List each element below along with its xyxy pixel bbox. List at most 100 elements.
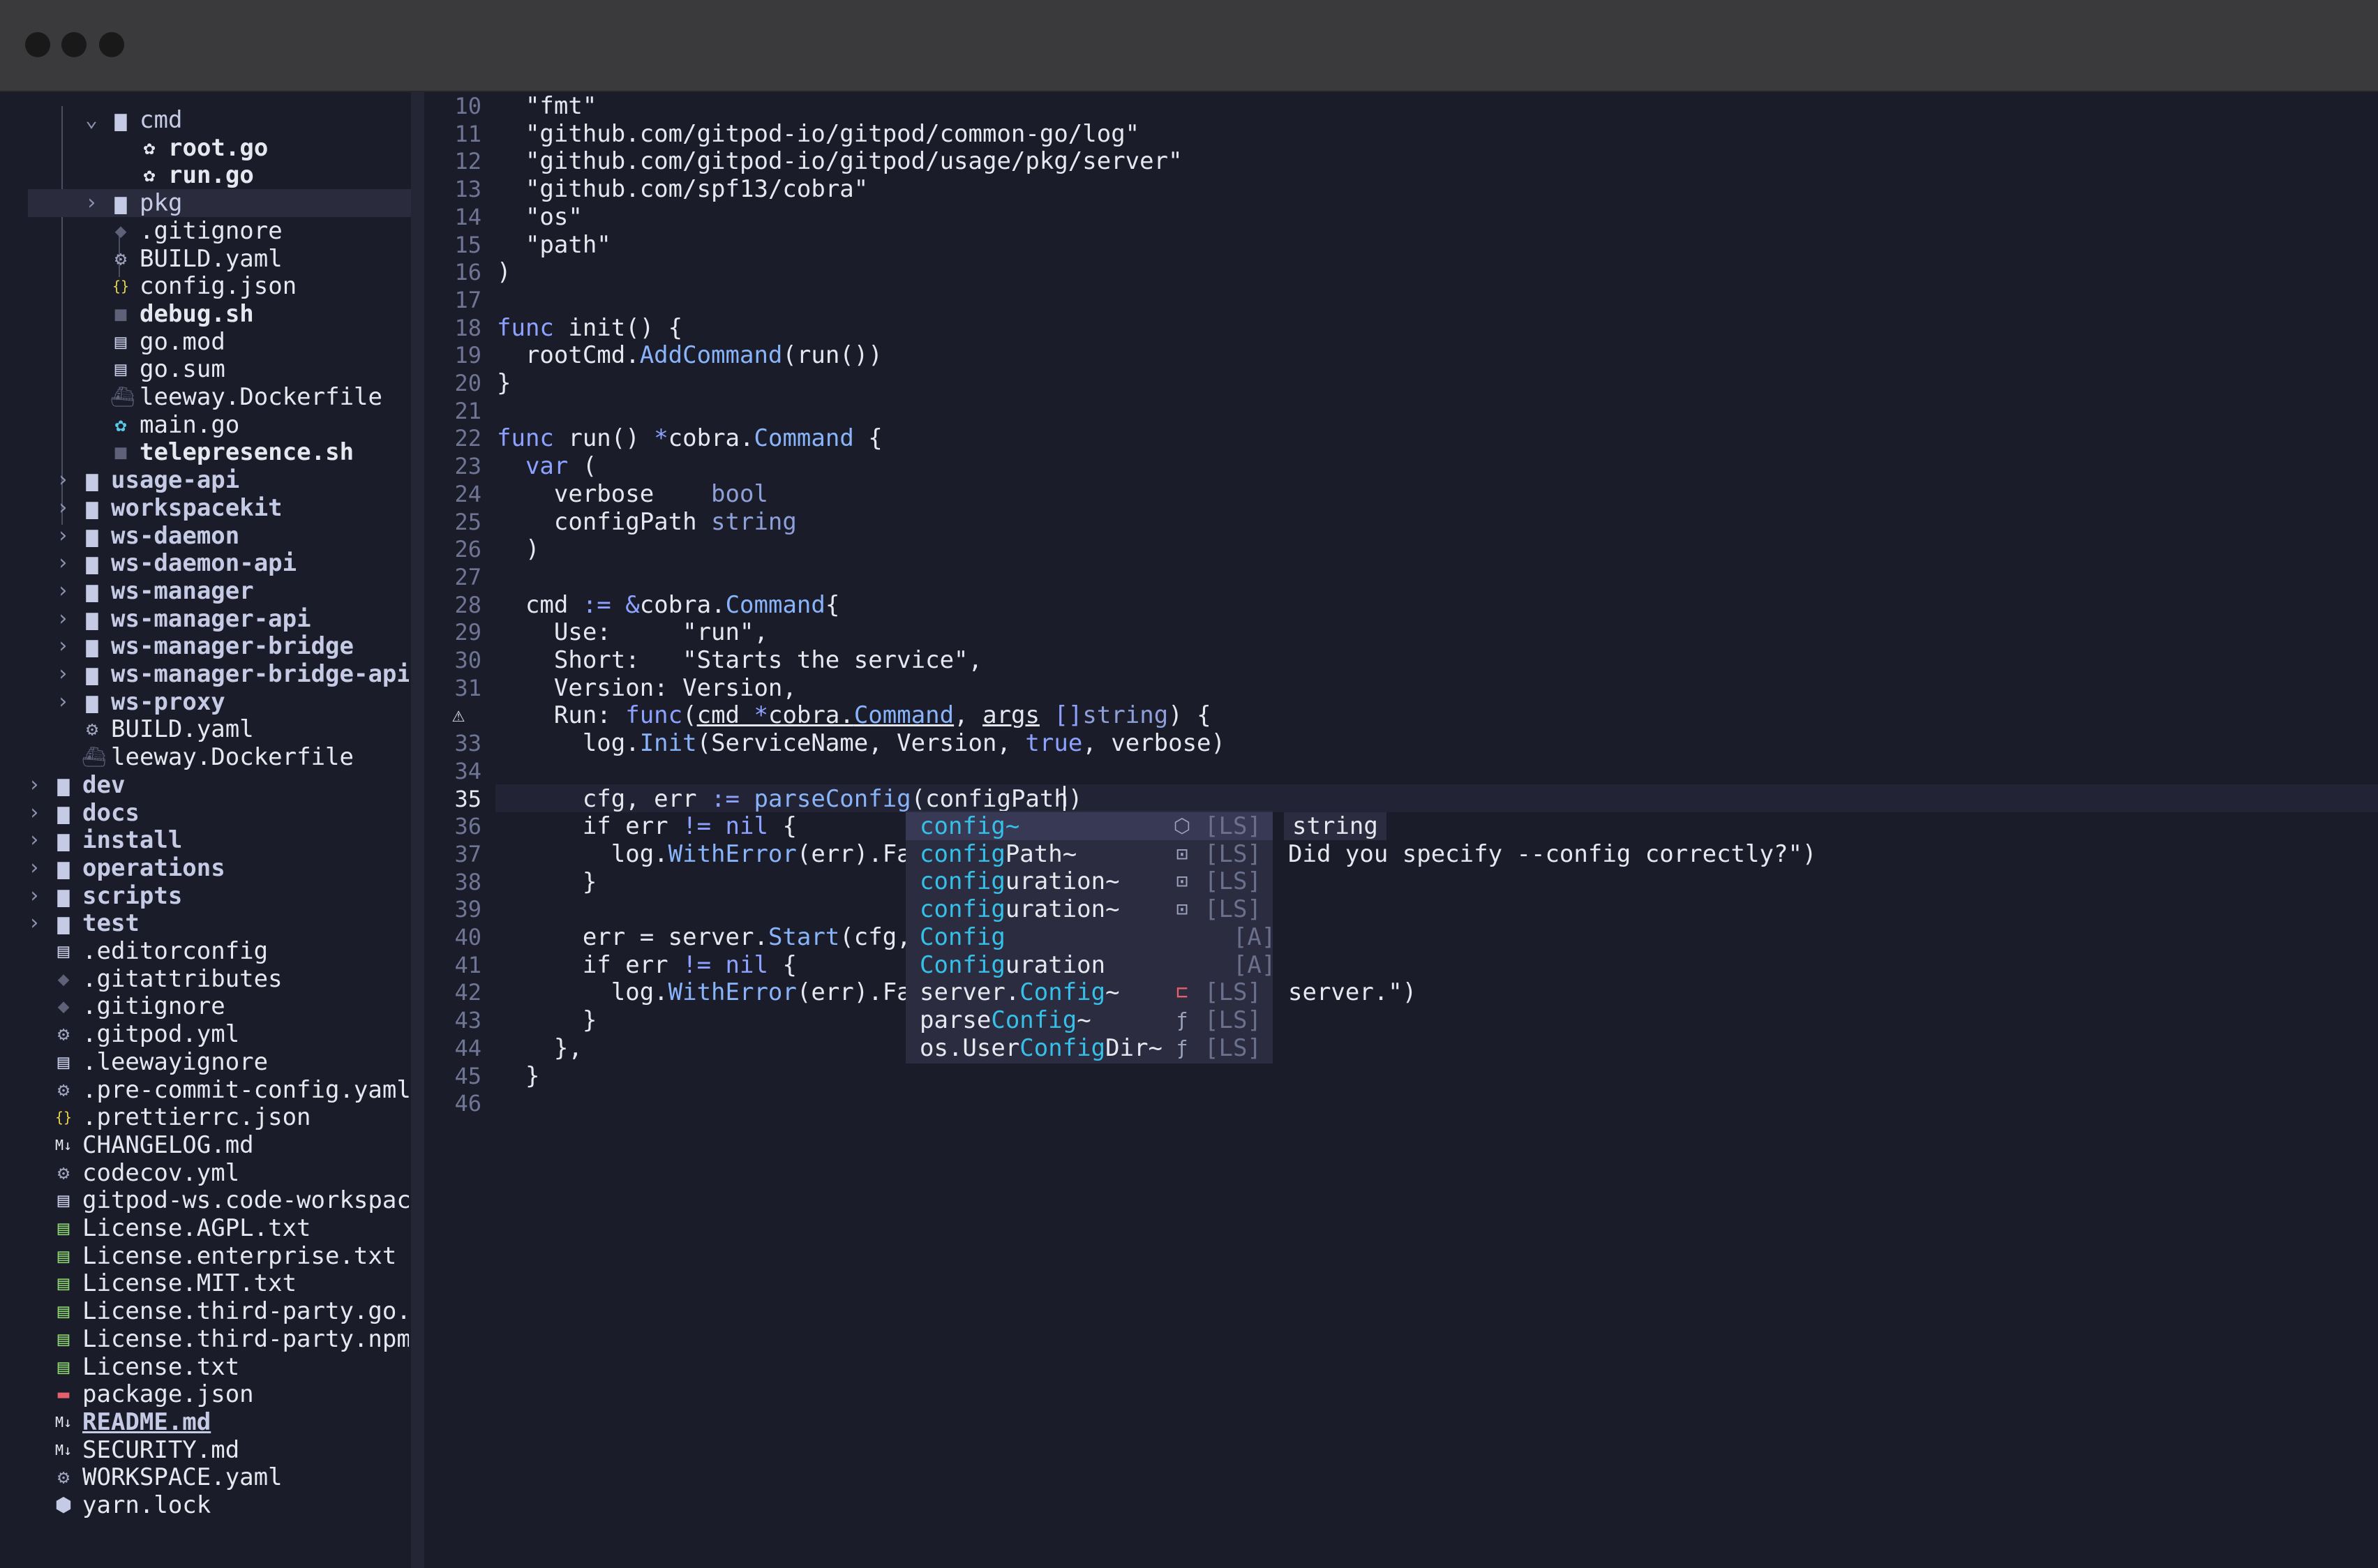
completion-item[interactable]: server.Config~ ⊏ [LS]	[906, 978, 1273, 1006]
code-line[interactable]: }	[497, 1006, 597, 1034]
chevron-right-icon[interactable]: ›	[24, 854, 45, 882]
chevron-down-icon[interactable]: ⌄	[81, 106, 102, 134]
chevron-right-icon[interactable]: ›	[52, 688, 73, 716]
tree-item[interactable]: › ▆ docs	[0, 799, 409, 827]
tree-item[interactable]: ▤ License.third-party.npm	[0, 1325, 409, 1353]
zoom-window-button[interactable]	[99, 32, 124, 57]
code-line[interactable]: func init() {	[497, 314, 682, 342]
tree-item[interactable]: ⚙ .pre-commit-config.yaml	[0, 1076, 409, 1104]
code-line[interactable]: )	[497, 258, 511, 286]
completion-item[interactable]: parseConfig~ ƒ [LS]	[906, 1006, 1273, 1034]
code-line[interactable]: }	[497, 868, 597, 896]
tree-item[interactable]: ■ debug.sh	[0, 300, 409, 328]
code-line[interactable]: if err != nil {	[497, 812, 797, 840]
chevron-right-icon[interactable]: ›	[24, 909, 45, 937]
code-line[interactable]: verbose bool	[497, 480, 768, 508]
tree-item[interactable]: ✿ root.go	[0, 134, 409, 162]
tree-item[interactable]: › ▆ scripts	[0, 882, 409, 910]
tree-item[interactable]: {} config.json	[0, 272, 409, 300]
chevron-right-icon[interactable]: ›	[24, 799, 45, 827]
tree-item[interactable]: › ▆ test	[0, 909, 409, 937]
chevron-right-icon[interactable]: ›	[52, 632, 73, 660]
chevron-right-icon[interactable]: ›	[81, 189, 102, 217]
code-line[interactable]: cmd := &cobra.Command{	[497, 591, 839, 619]
tree-item[interactable]: {} .prettierrc.json	[0, 1103, 409, 1131]
tree-item[interactable]: ▤ License.enterprise.txt	[0, 1242, 409, 1270]
tree-item[interactable]: ⚙ BUILD.yaml	[0, 245, 409, 273]
tree-item[interactable]: ▤ License.MIT.txt	[0, 1269, 409, 1297]
file-tree-scrollbar[interactable]	[411, 92, 424, 1568]
tree-item[interactable]: › ▆ ws-manager	[0, 577, 409, 605]
code-line[interactable]: log.WithError(err).Fa	[497, 978, 911, 1006]
completion-item[interactable]: os.UserConfigDir~ ƒ [LS]	[906, 1034, 1273, 1062]
chevron-right-icon[interactable]: ›	[52, 494, 73, 522]
code-line[interactable]: cfg, err := parseConfig(configPath)	[497, 785, 1082, 813]
tree-item[interactable]: ▤ .editorconfig	[0, 937, 409, 965]
tree-item[interactable]: › ▆ install	[0, 826, 409, 854]
tree-item[interactable]: › ▆ usage-api	[0, 466, 409, 494]
completion-item[interactable]: Configuration [A]	[906, 951, 1276, 979]
tree-item[interactable]: › ▆ dev	[0, 771, 409, 799]
warning-icon[interactable]: ⚠	[452, 703, 465, 727]
chevron-right-icon[interactable]: ›	[52, 522, 73, 550]
code-line[interactable]: log.Init(ServiceName, Version, true, ver…	[497, 729, 1225, 757]
chevron-right-icon[interactable]: ›	[52, 660, 73, 688]
tree-item[interactable]: ▬ package.json	[0, 1380, 409, 1408]
completion-item[interactable]: configuration~ ⊡ [LS]	[906, 895, 1273, 923]
code-line[interactable]: }	[497, 369, 511, 397]
tree-item[interactable]: ⚙ .gitpod.yml	[0, 1020, 409, 1048]
completion-item[interactable]: Config [A]	[906, 923, 1276, 951]
tree-item[interactable]: ✿ run.go	[0, 161, 409, 189]
tree-item[interactable]: ⚙ WORKSPACE.yaml	[0, 1463, 409, 1491]
code-line[interactable]: log.WithError(err).Fa	[497, 840, 911, 868]
completion-item[interactable]: config~ ⬡ [LS]	[906, 812, 1273, 840]
code-line[interactable]: "path"	[497, 231, 611, 259]
tree-item[interactable]: ⛴ leeway.Dockerfile	[0, 383, 409, 411]
tree-item[interactable]: ▤ gitpod-ws.code-workspac	[0, 1186, 409, 1214]
completion-item[interactable]: configuration~ ⊡ [LS]	[906, 867, 1273, 895]
tree-item[interactable]: M↓ CHANGELOG.md	[0, 1131, 409, 1159]
tree-item[interactable]: ▤ License.txt	[0, 1353, 409, 1381]
code-line[interactable]: }	[497, 1062, 539, 1090]
tree-item[interactable]: ▤ go.mod	[0, 328, 409, 356]
chevron-right-icon[interactable]: ›	[52, 605, 73, 633]
tree-item[interactable]: › ▆ ws-proxy	[0, 688, 409, 716]
code-line[interactable]: )	[497, 535, 539, 563]
tree-item[interactable]: › ▆ ws-manager-bridge-api	[0, 660, 409, 688]
code-line[interactable]: "github.com/spf13/cobra"	[497, 175, 868, 203]
tree-item[interactable]: › ▆ workspacekit	[0, 494, 409, 522]
tree-item[interactable]: ✿ main.go	[0, 411, 409, 439]
tree-item[interactable]: M↓ README.md	[0, 1408, 409, 1436]
tree-item[interactable]: ◆ .gitignore	[0, 992, 409, 1020]
tree-item[interactable]: ⚙ BUILD.yaml	[0, 715, 409, 743]
tree-item[interactable]: › ▆ ws-daemon-api	[0, 549, 409, 577]
code-line[interactable]: Version: Version,	[497, 674, 797, 702]
chevron-right-icon[interactable]: ›	[24, 882, 45, 910]
code-line[interactable]: var (	[497, 452, 597, 480]
chevron-right-icon[interactable]: ›	[24, 771, 45, 799]
code-line[interactable]: "github.com/gitpod-io/gitpod/common-go/l…	[497, 120, 1139, 148]
code-line[interactable]: Short: "Starts the service",	[497, 646, 982, 674]
code-line[interactable]: if err != nil {	[497, 951, 797, 979]
tree-item[interactable]: ⬢ yarn.lock	[0, 1491, 409, 1519]
tree-item[interactable]: › ▆ pkg	[28, 189, 424, 218]
tree-item[interactable]: ▤ License.AGPL.txt	[0, 1214, 409, 1242]
code-line[interactable]: err = server.Start(cfg,	[497, 923, 911, 951]
code-line[interactable]: Run: func(cmd *cobra.Command, args []str…	[497, 701, 1211, 729]
code-line[interactable]: "os"	[497, 203, 583, 231]
chevron-right-icon[interactable]: ›	[52, 466, 73, 494]
completion-item[interactable]: configPath~ ⊡ [LS]	[906, 840, 1273, 868]
tree-item[interactable]: ⌄ ▆ cmd	[0, 106, 409, 134]
tree-item[interactable]: › ▆ ws-manager-api	[0, 605, 409, 633]
tree-item[interactable]: M↓ SECURITY.md	[0, 1436, 409, 1464]
chevron-right-icon[interactable]: ›	[52, 549, 73, 577]
code-line[interactable]: Use: "run",	[497, 618, 768, 646]
tree-item[interactable]: ◆ .gitignore	[0, 217, 409, 245]
tree-item[interactable]: › ▆ ws-daemon	[0, 522, 409, 550]
code-line[interactable]: rootCmd.AddCommand(run())	[497, 341, 883, 369]
tree-item[interactable]: ◆ .gitattributes	[0, 965, 409, 993]
code-line[interactable]: configPath string	[497, 508, 797, 536]
chevron-right-icon[interactable]: ›	[24, 826, 45, 854]
tree-item[interactable]: › ▆ operations	[0, 854, 409, 882]
close-window-button[interactable]	[25, 32, 50, 57]
